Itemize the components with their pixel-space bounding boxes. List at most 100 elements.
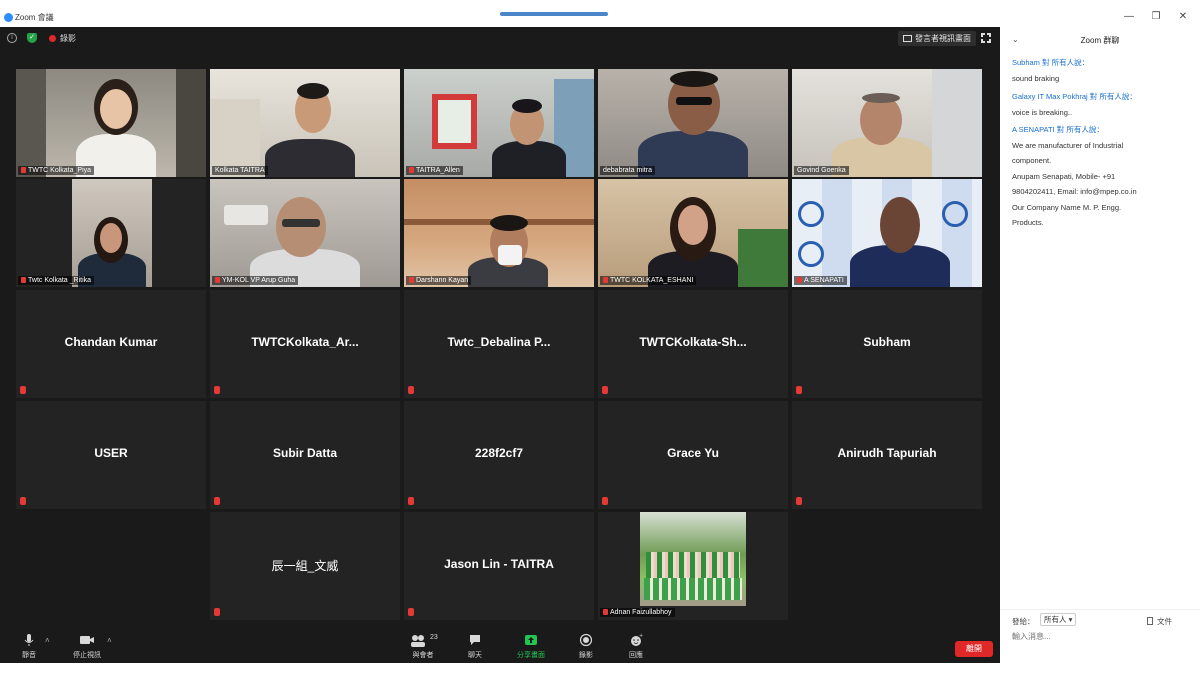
name-tile[interactable]: Chandan Kumar (16, 290, 206, 398)
recording-label: 錄影 (60, 34, 76, 43)
participant-name: Grace Yu (667, 446, 719, 460)
participant-name: Govind Goenka (794, 166, 849, 175)
file-label: 文件 (1157, 617, 1172, 626)
participant-name: YM-KOL VP Arup Guha (212, 276, 299, 285)
muted-mic-icon (602, 386, 608, 394)
muted-mic-icon (603, 277, 608, 283)
participant-name: Subham (863, 335, 911, 349)
video-tile[interactable]: debabrata mitra (598, 69, 788, 177)
file-button[interactable]: 文件 (1147, 616, 1172, 627)
participant-name: Subir Datta (272, 446, 337, 460)
chat-sender: Galaxy IT Max Pokhraj 對 所有人說： (1012, 92, 1137, 101)
participant-name: TWTC KOLKATA_ESHANI (600, 276, 697, 285)
video-tile[interactable]: TWTC Kolkata_Piya (16, 69, 206, 177)
name-tile[interactable]: Anirudh Tapuriah (792, 401, 982, 509)
name-tile[interactable]: 228f2cf7 (404, 401, 594, 509)
view-grid-icon (903, 35, 912, 42)
video-tile[interactable]: Darshann Kayan (404, 179, 594, 287)
reactions-label: 回應 (629, 652, 643, 659)
photo-tile[interactable]: Adnan Faizullabhoy (598, 512, 788, 620)
stop-video-button[interactable]: 停止視訊 (66, 633, 108, 660)
share-screen-button[interactable]: 分享畫面 (512, 633, 550, 660)
microphone-icon (24, 634, 34, 646)
video-feed (598, 69, 788, 177)
chat-text: 9804202411, Email: info@mpep.co.in (1012, 187, 1137, 196)
chat-message: Subham 對 所有人說： sound braking (1012, 55, 1192, 86)
chat-label: 聊天 (468, 652, 482, 659)
video-tile[interactable]: Govind Goenka (792, 69, 982, 177)
participant-name: Adnan Faizullabhoy (600, 608, 675, 617)
name-tile[interactable]: Jason Lin - TAITRA (404, 512, 594, 620)
video-tile[interactable]: Twtc Kolkata _Ritika (16, 179, 206, 287)
zoom-app-icon (4, 13, 13, 22)
chat-message-input[interactable] (1012, 632, 1188, 641)
shield-icon[interactable]: ✓ (27, 33, 37, 43)
close-button[interactable]: ✕ (1176, 12, 1190, 22)
muted-mic-icon (215, 277, 220, 283)
participant-name: A SENAPATI (794, 276, 847, 285)
speaker-view-button[interactable]: 發言者視訊畫面 (898, 31, 976, 46)
window-drag-handle[interactable] (500, 12, 608, 16)
muted-mic-icon (214, 497, 220, 505)
chat-text: Our Company Name M. P. Engg. (1012, 202, 1122, 212)
video-feed (210, 69, 400, 177)
speaker-view-label: 發言者視訊畫面 (915, 34, 971, 43)
muted-mic-icon (214, 386, 220, 394)
name-tile[interactable]: USER (16, 401, 206, 509)
mute-button[interactable]: 靜音 (17, 633, 41, 660)
fullscreen-icon[interactable] (981, 33, 991, 43)
reactions-button[interactable]: + 回應 (624, 633, 648, 660)
minimize-button[interactable]: — (1122, 12, 1136, 22)
video-tile[interactable]: TAITRA_Allen (404, 69, 594, 177)
video-tile[interactable]: Kolkata TAITRA (210, 69, 400, 177)
name-tile[interactable]: Twtc_Debalina P... (404, 290, 594, 398)
video-feed (792, 69, 982, 177)
video-options-chevron-icon[interactable]: ˄ (107, 636, 112, 645)
muted-mic-icon (21, 167, 26, 173)
chat-message: A SENAPATI 對 所有人說： We are manufacturer o… (1012, 122, 1192, 231)
muted-mic-icon (20, 386, 26, 394)
chat-button[interactable]: 聊天 (463, 633, 487, 660)
participant-name: 228f2cf7 (474, 446, 524, 460)
meeting-top-bar: i ✓ 錄影 發言者視訊畫面 (0, 27, 1000, 49)
video-feed (210, 179, 400, 287)
video-tile[interactable]: A SENAPATI (792, 179, 982, 287)
participant-name: Darshann Kayan (406, 276, 472, 285)
recipient-select[interactable]: 所有人 ▾ (1040, 613, 1077, 626)
chat-message: Galaxy IT Max Pokhraj 對 所有人說： voice is b… (1012, 89, 1192, 120)
leave-meeting-button[interactable]: 離開 (955, 641, 993, 657)
chat-sender: A SENAPATI 對 所有人說： (1012, 125, 1104, 134)
participant-name: Kolkata TAITRA (212, 166, 268, 175)
chat-text: Anupam Senapati, Mobile- +91 (1012, 171, 1116, 181)
participant-name: Twtc_Debalina P... (447, 335, 551, 349)
name-tile[interactable]: 辰一組_文威 (210, 512, 400, 620)
participant-name: TWTC Kolkata_Piya (18, 166, 95, 175)
record-label: 錄影 (579, 652, 593, 659)
chat-title: Zoom 群聊 (1080, 36, 1120, 45)
participant-name: USER (94, 446, 128, 460)
participants-label: 與會者 (412, 652, 434, 659)
reaction-emoji-icon: + (631, 633, 643, 646)
video-tile[interactable]: YM-KOL VP Arup Guha (210, 179, 400, 287)
participant-name: 辰一組_文威 (271, 559, 339, 573)
restore-button[interactable]: ❐ (1149, 12, 1163, 22)
send-to-label: 發給： (1012, 617, 1035, 626)
audio-options-chevron-icon[interactable]: ˄ (45, 636, 50, 645)
name-tile[interactable]: Grace Yu (598, 401, 788, 509)
participants-count: 23 (430, 634, 438, 641)
name-tile[interactable]: Subir Datta (210, 401, 400, 509)
title-bar: Zoom 會議 — ❐ ✕ (0, 0, 1200, 27)
muted-mic-icon (796, 386, 802, 394)
participant-name: debabrata mitra (600, 166, 656, 175)
svg-text:+: + (639, 633, 643, 639)
name-tile[interactable]: Subham (792, 290, 982, 398)
info-icon[interactable]: i (7, 33, 17, 43)
muted-mic-icon (602, 497, 608, 505)
participant-name: Twtc Kolkata _Ritika (18, 276, 95, 285)
name-tile[interactable]: TWTCKolkata-Sh... (598, 290, 788, 398)
name-tile[interactable]: TWTCKolkata_Ar... (210, 290, 400, 398)
meeting-toolbar: 靜音 ˄ 停止視訊 ˄ 與會者 23 聊天 分享畫面 錄影 + 回應 離開 (0, 631, 1000, 663)
record-button[interactable]: 錄影 (574, 633, 598, 660)
participant-name: Anirudh Tapuriah (837, 446, 937, 460)
video-tile[interactable]: TWTC KOLKATA_ESHANI (598, 179, 788, 287)
